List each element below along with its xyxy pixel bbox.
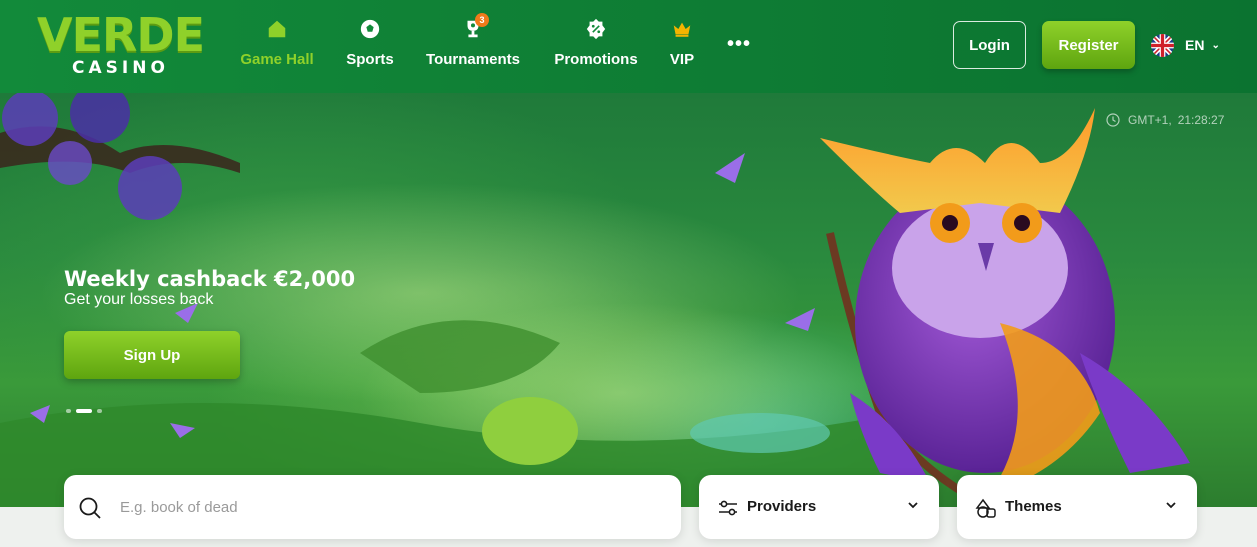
server-time: GMT+1, 21:28:27 <box>1106 113 1224 127</box>
promo-title: Weekly cashback €2,000 <box>64 267 356 291</box>
themes-label: Themes <box>1005 498 1062 515</box>
soccer-ball-icon <box>360 19 380 39</box>
language-code: EN <box>1185 37 1205 53</box>
clock-icon <box>1106 113 1120 127</box>
logo-wordmark: VERDE <box>36 8 205 62</box>
verde-casino-logo[interactable]: VERDE CASINO <box>28 10 213 80</box>
nav-label: Tournaments <box>426 51 520 68</box>
nav-label: Sports <box>346 51 394 68</box>
chevron-down-icon: ⌄ <box>1211 39 1220 51</box>
sign-up-button[interactable]: Sign Up <box>64 331 240 379</box>
more-menu-button[interactable]: ••• <box>727 33 751 56</box>
chevron-down-icon <box>908 502 918 509</box>
sliders-icon <box>719 500 737 516</box>
nav-sports[interactable]: Sports <box>344 18 396 74</box>
search-input[interactable] <box>120 493 640 521</box>
carousel-indicators <box>66 409 107 413</box>
shapes-icon <box>975 498 996 518</box>
themes-dropdown[interactable]: Themes <box>957 475 1197 539</box>
nav-game-hall[interactable]: Game Hall <box>240 18 314 74</box>
uk-flag-icon <box>1151 33 1174 57</box>
nav-tournaments[interactable]: 3 Tournaments <box>424 13 522 74</box>
clock-time: 21:28:27 <box>1177 113 1225 127</box>
login-button[interactable]: Login <box>953 21 1026 69</box>
chevron-down-icon <box>1166 502 1176 509</box>
language-selector[interactable]: EN ⌄ <box>1151 33 1220 57</box>
logo-subtitle: CASINO <box>72 58 169 78</box>
percent-badge-icon <box>586 18 606 40</box>
crown-icon <box>673 22 691 37</box>
promo-subtitle: Get your losses back <box>64 291 214 308</box>
nav-vip[interactable]: VIP <box>667 18 697 74</box>
providers-label: Providers <box>747 498 817 515</box>
carousel-dot-active[interactable] <box>76 409 92 413</box>
search-icon <box>79 497 101 519</box>
tournaments-count-badge: 3 <box>475 13 489 27</box>
providers-dropdown[interactable]: Providers <box>699 475 939 539</box>
nav-label: VIP <box>669 51 695 68</box>
register-button[interactable]: Register <box>1042 21 1135 69</box>
carousel-dot[interactable] <box>97 409 102 413</box>
timezone-label: GMT+1, <box>1128 113 1172 127</box>
hero-banner: GMT+1, 21:28:27 Weekly cashback €2,000 G… <box>0 93 1257 507</box>
home-icon <box>268 20 286 38</box>
nav-promotions[interactable]: Promotions <box>553 18 639 74</box>
nav-label: Promotions <box>554 51 638 68</box>
nav-label: Game Hall <box>240 51 314 68</box>
top-header: VERDE CASINO Game Hall Sports 3 Tourname… <box>0 0 1257 93</box>
carousel-dot[interactable] <box>66 409 71 413</box>
game-search[interactable] <box>64 475 681 539</box>
